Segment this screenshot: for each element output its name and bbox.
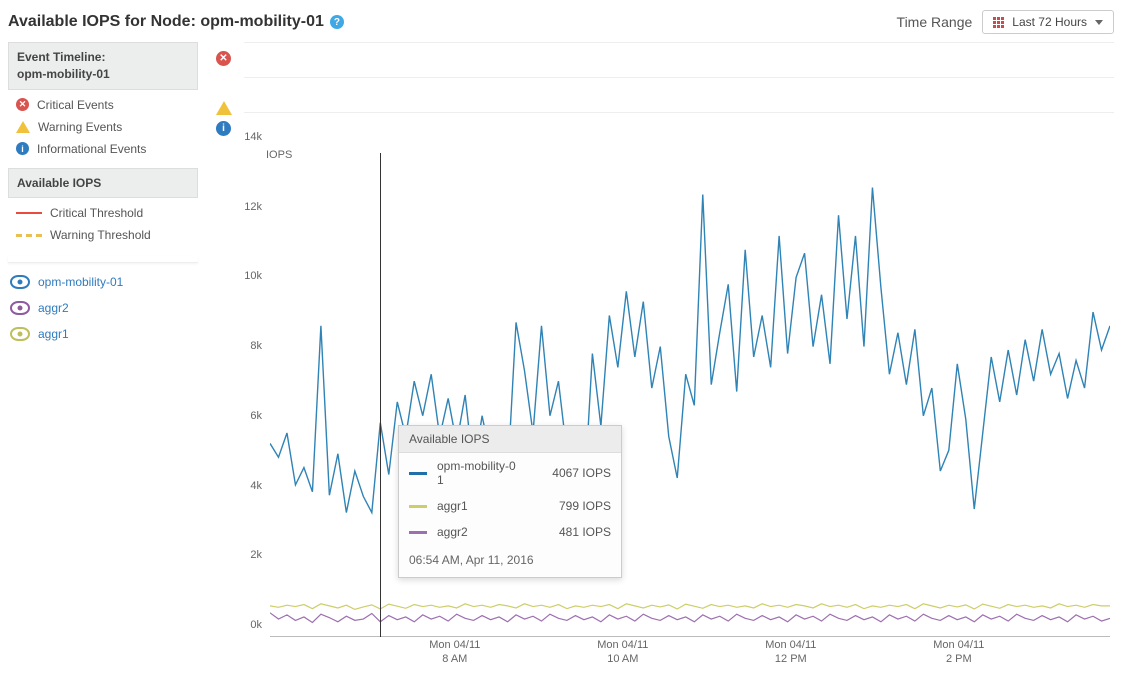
info-icon: i — [216, 121, 231, 136]
line-chart[interactable]: 0k2k4k6k8k10k12k14k IOPS Mon 04/118 AMMo… — [240, 149, 1114, 669]
swatch-icon — [409, 472, 427, 475]
tooltip-series-name: opm-mobility-0 1 — [437, 459, 542, 487]
calendar-icon — [993, 17, 1004, 28]
tooltip-title: Available IOPS — [399, 426, 621, 453]
critical-threshold-icon — [16, 212, 42, 214]
time-range-label: Time Range — [897, 14, 973, 30]
chart-area: ✕ i 0k2k4k6k8k10k12k14k IOPS Mon 04/118 … — [210, 42, 1114, 669]
eye-icon — [10, 275, 30, 289]
y-axis: 0k2k4k6k8k10k12k14k — [236, 149, 266, 637]
tooltip-series-value: 4067 IOPS — [552, 466, 611, 480]
chart-svg — [270, 153, 1110, 637]
info-icon: i — [16, 142, 29, 155]
legend-warning: Warning Events — [14, 116, 198, 138]
eye-icon — [10, 327, 30, 341]
critical-icon: ✕ — [216, 51, 231, 66]
swatch-icon — [409, 505, 427, 508]
series-toggle-aggr2[interactable]: aggr2 — [8, 295, 198, 321]
legend-info: i Informational Events — [14, 138, 198, 160]
legend-crit-threshold: Critical Threshold — [14, 202, 198, 224]
tooltip-timestamp: 06:54 AM, Apr 11, 2016 — [399, 545, 621, 577]
available-iops-header: Available IOPS — [8, 168, 198, 199]
warning-threshold-icon — [16, 234, 42, 237]
eye-icon — [10, 301, 30, 315]
tooltip-series-name: aggr1 — [437, 499, 549, 513]
warning-icon — [16, 121, 30, 133]
chart-tooltip: Available IOPS opm-mobility-0 1 4067 IOP… — [398, 425, 622, 578]
sidebar: Event Timeline: opm-mobility-01 ✕ Critic… — [8, 42, 198, 669]
event-strip-warning — [244, 77, 1114, 112]
tooltip-series-value: 799 IOPS — [559, 499, 611, 513]
page-title: Available IOPS for Node: opm-mobility-01 — [8, 13, 324, 31]
legend-warn-threshold: Warning Threshold — [14, 224, 198, 246]
critical-icon: ✕ — [16, 98, 29, 111]
series-toggle-node[interactable]: opm-mobility-01 — [8, 269, 198, 295]
event-strip-critical: ✕ — [244, 42, 1114, 77]
swatch-icon — [409, 531, 427, 534]
series-toggle-aggr1[interactable]: aggr1 — [8, 321, 198, 347]
event-timeline-header: Event Timeline: opm-mobility-01 — [8, 42, 198, 90]
help-icon[interactable]: ? — [330, 15, 344, 29]
time-range-button[interactable]: Last 72 Hours — [982, 10, 1114, 34]
time-range-value: Last 72 Hours — [1012, 15, 1087, 29]
tooltip-series-value: 481 IOPS — [559, 525, 611, 539]
chart-cursor — [380, 153, 381, 637]
warning-icon — [216, 86, 232, 115]
event-strip-info: i — [244, 112, 1114, 147]
legend-critical: ✕ Critical Events — [14, 94, 198, 116]
x-axis: Mon 04/118 AMMon 04/1110 AMMon 04/1112 P… — [270, 639, 1110, 669]
chevron-down-icon — [1095, 20, 1103, 25]
tooltip-series-name: aggr2 — [437, 525, 549, 539]
